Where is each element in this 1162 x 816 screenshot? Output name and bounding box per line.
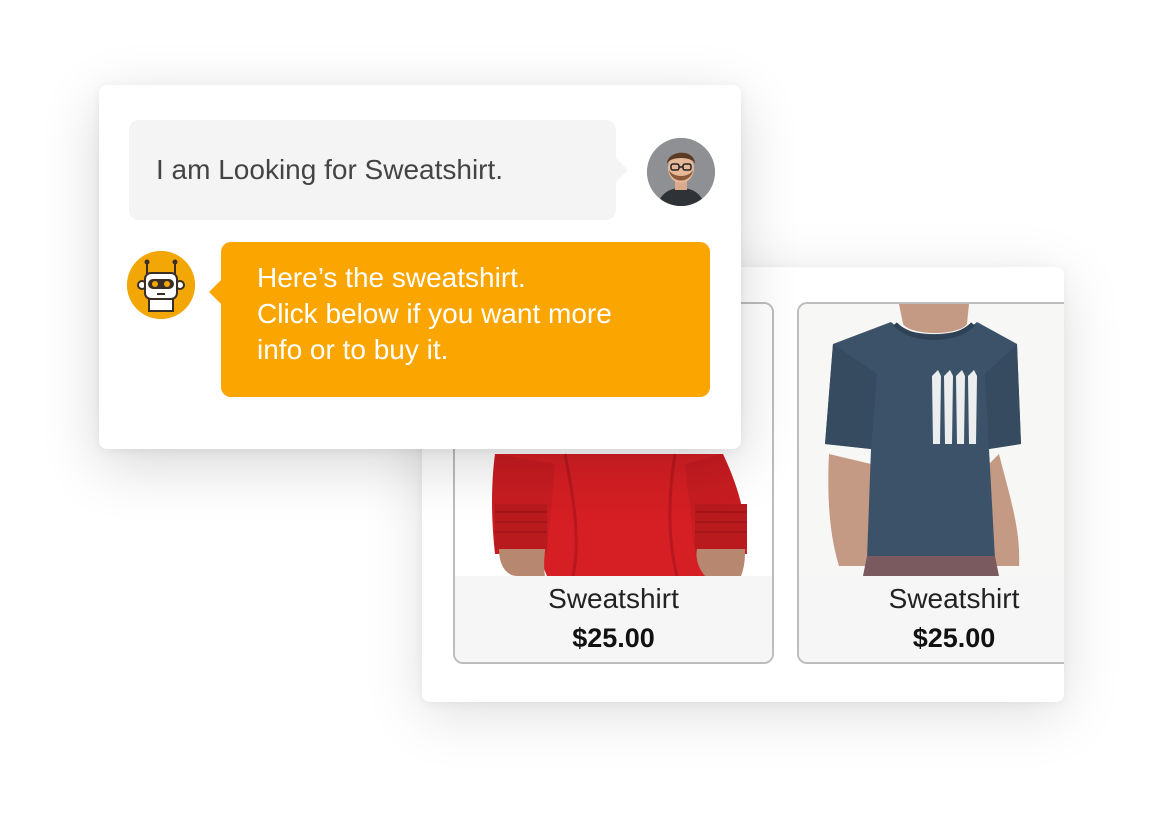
product-image-navy-tshirt[interactable] <box>799 304 1064 576</box>
product-name: Sweatshirt <box>888 583 1020 614</box>
chat-window: I am Looking for Sweatshirt. Here’s the … <box>99 85 741 449</box>
product-price: $25.00 <box>912 623 996 653</box>
bot-message-bubble: Here’s the sweatshirt. Click below if yo… <box>209 242 710 397</box>
bot-message-line: info or to buy it. <box>257 334 449 365</box>
product-name: Sweatshirt <box>548 583 679 614</box>
product-price: $25.00 <box>572 623 655 653</box>
robot-icon <box>127 251 195 319</box>
user-message-bubble: I am Looking for Sweatshirt. <box>129 120 628 220</box>
navy-tshirt-illustration <box>825 304 1021 576</box>
user-message-text: I am Looking for Sweatshirt. <box>156 154 504 185</box>
product-card[interactable]: Sweatshirt $25.00 <box>797 302 1064 664</box>
product-info: Sweatshirt $25.00 <box>455 576 772 662</box>
user-avatar <box>647 138 715 206</box>
product-info: Sweatshirt $25.00 <box>799 576 1064 662</box>
bot-message-line: Click below if you want more <box>257 298 612 329</box>
user-photo-avatar-icon <box>647 138 715 206</box>
bot-message-line: Here’s the sweatshirt. <box>257 262 526 293</box>
bot-avatar <box>127 251 195 319</box>
